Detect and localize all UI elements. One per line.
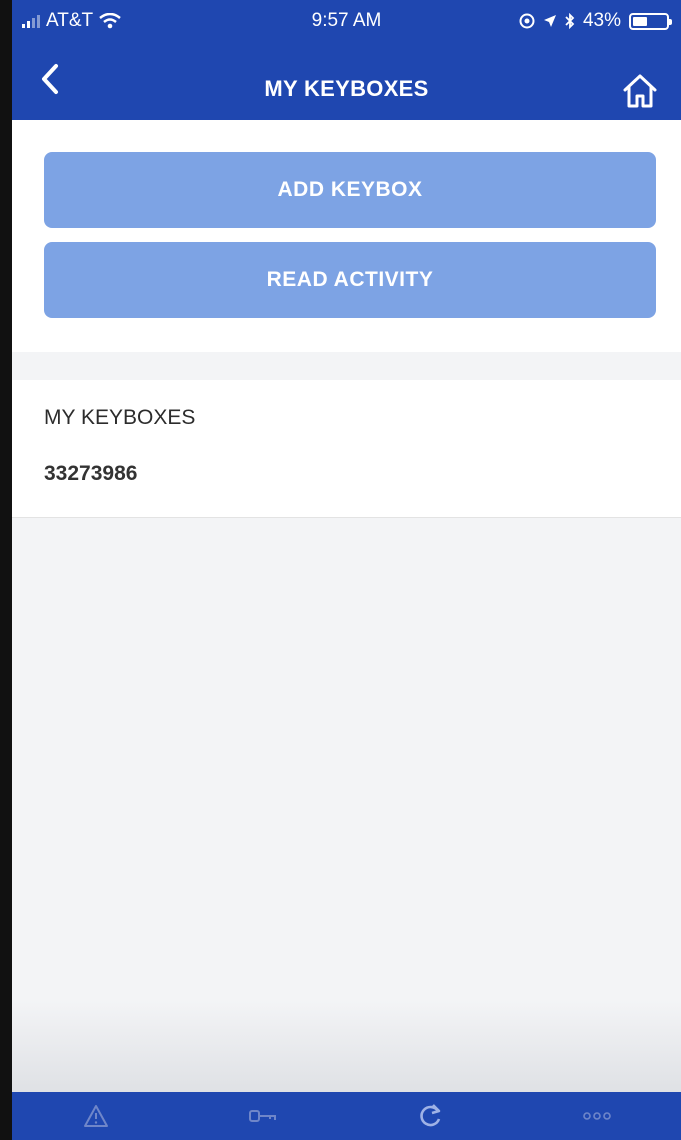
status-right: 43% xyxy=(519,10,672,32)
bluetooth-icon xyxy=(565,13,575,29)
key-icon xyxy=(248,1110,276,1122)
bottom-shade xyxy=(12,1000,681,1092)
add-keybox-button[interactable]: ADD KEYBOX xyxy=(44,152,656,228)
app-screen: AT&T 9:57 AM 43% MY KEYBOXES ADD KEYBOX … xyxy=(12,0,681,1140)
actions-panel: ADD KEYBOX READ ACTIVITY xyxy=(12,120,681,352)
tab-sync[interactable] xyxy=(400,1092,460,1140)
read-activity-button[interactable]: READ ACTIVITY xyxy=(44,242,656,318)
location-lock-icon xyxy=(519,13,535,29)
battery-icon xyxy=(629,12,672,30)
tab-alerts[interactable] xyxy=(66,1092,126,1140)
tab-keys[interactable] xyxy=(233,1092,293,1140)
keybox-list-item[interactable]: 33273986 xyxy=(44,462,137,486)
nav-bar: MY KEYBOXES xyxy=(12,42,681,120)
header: AT&T 9:57 AM 43% MY KEYBOXES xyxy=(12,0,681,120)
keybox-list: MY KEYBOXES 33273986 xyxy=(12,380,681,518)
tab-more[interactable] xyxy=(567,1092,627,1140)
page-title: MY KEYBOXES xyxy=(264,76,429,101)
alert-icon xyxy=(83,1105,108,1127)
tab-bar xyxy=(12,1092,681,1140)
battery-fill xyxy=(633,16,647,26)
keybox-list-heading: MY KEYBOXES xyxy=(44,406,196,429)
battery-percent: 43% xyxy=(582,10,621,31)
more-icon xyxy=(583,1112,612,1120)
sync-icon xyxy=(420,1104,441,1127)
location-arrow-icon xyxy=(543,15,556,27)
status-bar: AT&T 9:57 AM 43% xyxy=(12,0,681,42)
home-icon[interactable] xyxy=(621,72,659,110)
